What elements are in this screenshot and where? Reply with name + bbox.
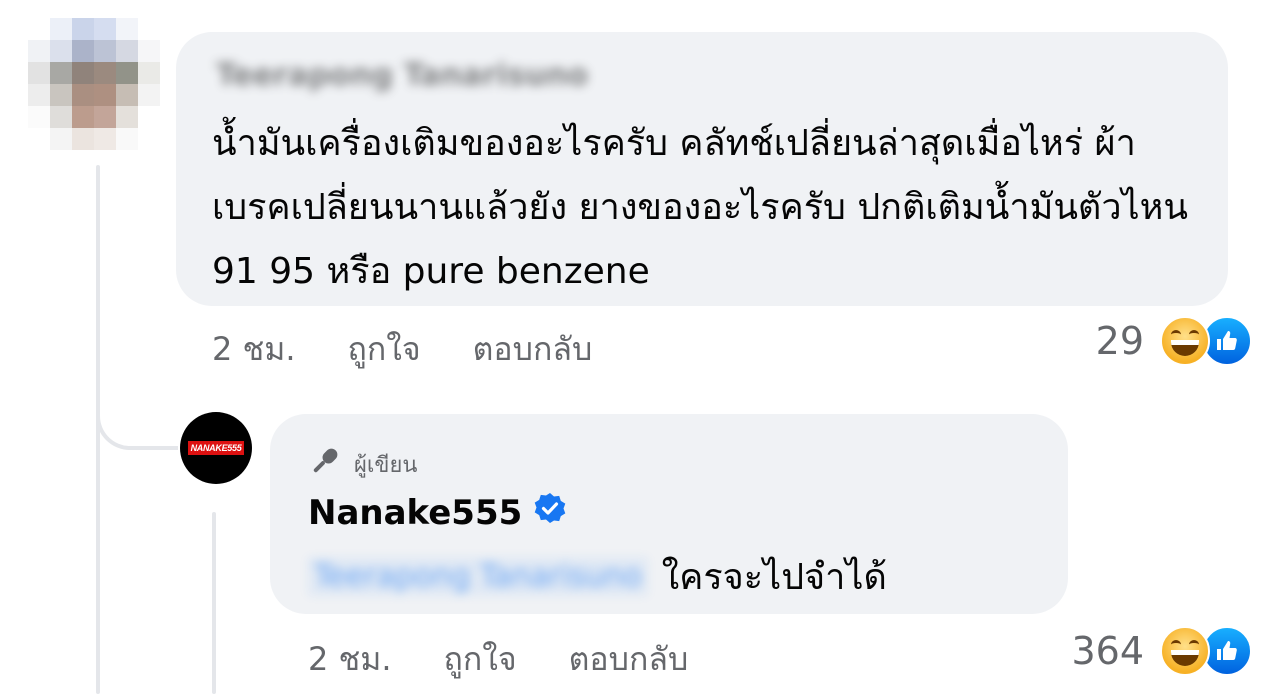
comment-author-name[interactable]: Teerapong Tanarisuno [216, 58, 588, 93]
reply-actions: 2 ชม. ถูกใจ ตอบกลับ [308, 634, 688, 685]
microphone-icon [308, 444, 342, 484]
reply-author-label[interactable]: Nanake555 [308, 493, 522, 533]
comment-timestamp[interactable]: 2 ชม. [212, 324, 296, 375]
reply-reaction-summary[interactable]: 364 [1071, 626, 1252, 676]
reaction-count: 29 [1095, 319, 1144, 363]
author-badge: ผู้เขียน [308, 444, 417, 484]
comment-thread: Teerapong Tanarisuno น้ำมันเครื่องเติมขอ… [0, 0, 1280, 694]
reply-text: ใครจะไปจำได้ [661, 557, 887, 598]
reply-bubble: ผู้เขียน Nanake555 Teerapong Tanarisuno … [270, 414, 1068, 614]
haha-reaction-icon [1160, 626, 1210, 676]
reply-reaction-count: 364 [1071, 629, 1144, 673]
reply-author-name[interactable]: Nanake555 [308, 492, 566, 533]
author-avatar[interactable]: NANAKE555 [180, 412, 252, 484]
comment-text: น้ำมันเครื่องเติมของอะไรครับ คลัทช์เปลี่… [212, 123, 1188, 292]
mention-tag[interactable]: Teerapong Tanarisuno [308, 557, 648, 596]
reply-like-button[interactable]: ถูกใจ [444, 634, 517, 685]
verified-badge-icon [534, 492, 566, 533]
reply-content: Teerapong Tanarisuno ใครจะไปจำได้ [308, 548, 887, 605]
author-badge-label: ผู้เขียน [354, 452, 418, 478]
avatar[interactable] [28, 18, 160, 150]
like-button[interactable]: ถูกใจ [348, 324, 421, 375]
comment-bubble: Teerapong Tanarisuno น้ำมันเครื่องเติมขอ… [176, 32, 1228, 306]
reply-button[interactable]: ตอบกลับ [473, 324, 593, 375]
thread-connector [96, 380, 178, 450]
haha-reaction-icon [1160, 316, 1210, 366]
reaction-summary[interactable]: 29 [1096, 316, 1252, 366]
thread-line-reply [212, 512, 216, 694]
reply-reply-button[interactable]: ตอบกลับ [569, 634, 689, 685]
avatar-logo: NANAKE555 [188, 441, 244, 455]
comment-actions: 2 ชม. ถูกใจ ตอบกลับ [212, 324, 592, 375]
reply-timestamp[interactable]: 2 ชม. [308, 634, 392, 685]
